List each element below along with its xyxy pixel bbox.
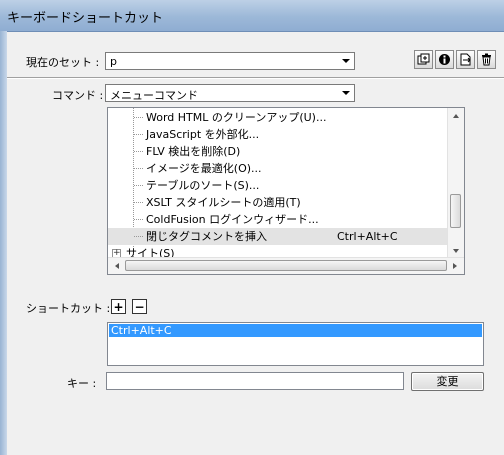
tree-connector — [134, 185, 143, 186]
tree-item[interactable]: ColdFusion ログインウィザード... — [108, 211, 464, 228]
shortcut-list[interactable]: Ctrl+Alt+C — [107, 322, 484, 366]
info-icon — [439, 54, 450, 65]
shortcut-list-item-selected[interactable]: Ctrl+Alt+C — [109, 324, 482, 337]
tree-item-label: イメージを最適化(O)... — [146, 162, 262, 175]
tree-item-selected[interactable]: 閉じタグコメントを挿入 Ctrl+Alt+C — [108, 228, 464, 245]
tree-item[interactable]: XSLT スタイルシートの適用(T) — [108, 194, 464, 211]
shortcut-label: ショートカット : — [26, 302, 111, 315]
command-value: メニューコマンド — [110, 89, 198, 102]
command-tree[interactable]: Word HTML のクリーンアップ(U)... JavaScript を外部化… — [107, 107, 465, 275]
command-label: コマンド : — [52, 89, 104, 102]
chevron-down-icon — [337, 85, 354, 101]
tree-item[interactable]: FLV 検出を削除(D) — [108, 143, 464, 160]
tree-item-label: Word HTML のクリーンアップ(U)... — [146, 111, 327, 124]
current-set-value: p — [110, 55, 117, 68]
tree-item[interactable]: JavaScript を外部化... — [108, 126, 464, 143]
command-tree-viewport: Word HTML のクリーンアップ(U)... JavaScript を外部化… — [108, 108, 464, 259]
tree-item[interactable]: イメージを最適化(O)... — [108, 160, 464, 177]
horizontal-scroll-thumb[interactable] — [125, 260, 447, 271]
export-set-button[interactable] — [456, 50, 475, 69]
command-dropdown[interactable]: メニューコマンド — [105, 84, 355, 102]
tree-connector — [134, 219, 143, 220]
key-input[interactable] — [106, 372, 404, 390]
export-icon — [460, 53, 471, 66]
window-title: キーボードショートカット — [7, 11, 164, 26]
tree-connector — [134, 151, 143, 152]
scroll-up-icon[interactable] — [448, 108, 464, 124]
tree-item-label: JavaScript を外部化... — [146, 128, 260, 141]
tree-item-shortcut: Ctrl+Alt+C — [337, 230, 398, 243]
info-button[interactable] — [435, 50, 454, 69]
vertical-scroll-thumb[interactable] — [450, 194, 461, 228]
title-bar: キーボードショートカット — [0, 0, 504, 32]
key-label: キー : — [67, 377, 97, 390]
horizontal-scrollbar[interactable] — [108, 257, 464, 274]
current-set-dropdown[interactable]: p — [105, 52, 355, 70]
window-frame — [0, 31, 7, 455]
vertical-scrollbar[interactable] — [447, 108, 464, 259]
tree-item-label: テーブルのソート(S)... — [146, 179, 260, 192]
duplicate-set-button[interactable] — [414, 50, 433, 69]
add-shortcut-button[interactable]: + — [111, 299, 126, 314]
delete-set-button[interactable] — [477, 50, 496, 69]
duplicate-set-icon — [417, 53, 430, 65]
tree-item-label: FLV 検出を削除(D) — [146, 145, 241, 158]
remove-shortcut-button[interactable]: − — [132, 299, 147, 314]
scroll-right-icon[interactable] — [447, 258, 463, 274]
tree-item[interactable]: Word HTML のクリーンアップ(U)... — [108, 109, 464, 126]
tree-connector — [134, 134, 143, 135]
tree-connector — [134, 236, 143, 237]
scroll-left-icon[interactable] — [109, 258, 125, 274]
separator — [7, 77, 504, 79]
tree-connector — [134, 117, 143, 118]
current-set-label: 現在のセット : — [26, 56, 100, 69]
tree-item-label: ColdFusion ログインウィザード... — [146, 213, 319, 226]
plus-icon: + — [113, 299, 124, 314]
tree-item-label: 閉じタグコメントを挿入 — [146, 230, 267, 243]
tree-connector — [134, 168, 143, 169]
delete-icon — [482, 53, 491, 66]
tree-connector — [134, 202, 143, 203]
tree-item[interactable]: テーブルのソート(S)... — [108, 177, 464, 194]
chevron-down-icon — [337, 53, 354, 69]
change-button[interactable]: 変更 — [411, 372, 484, 391]
tree-item-label: XSLT スタイルシートの適用(T) — [146, 196, 301, 209]
minus-icon: − — [134, 299, 145, 314]
